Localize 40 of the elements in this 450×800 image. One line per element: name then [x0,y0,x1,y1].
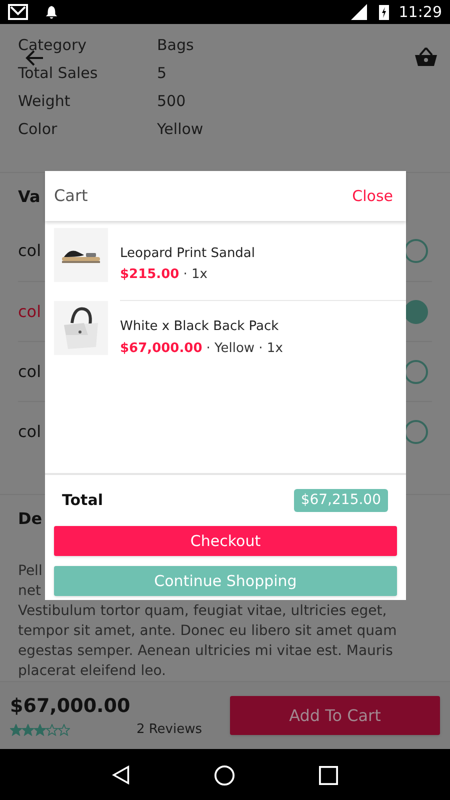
add-to-cart-button[interactable]: Add To Cart [230,696,440,735]
item-name: Leopard Print Sandal [120,244,256,262]
basket-icon [414,47,438,67]
back-icon[interactable] [112,765,130,785]
status-time: 11:29 [398,2,442,23]
section-heading: Va [18,186,40,208]
total-label: Total [62,490,103,512]
home-icon[interactable] [214,764,235,786]
dialog-title: Cart [54,185,88,207]
detail-label: Total Sales [18,62,99,84]
description-line: egestas semper. Aenean ultricies mi vitae est. Mauris [18,642,393,661]
detail-value: 5 [157,62,167,84]
bell-icon [44,4,59,20]
detail-value: Yellow [157,118,204,140]
battery-icon [378,4,389,20]
detail-label: Color [18,118,58,140]
recents-icon[interactable] [319,766,338,784]
checkout-button[interactable]: Checkout [54,526,397,556]
description-line: tempor sit amet, ante. Donec eu libero sit amet quam [18,622,397,641]
item-name: White x Black Back Pack [120,318,280,336]
item-details: · 1x [183,266,208,284]
signal-icon [350,4,367,20]
item-details: · Yellow · 1x [206,340,283,358]
reviews-count: 2 Reviews [136,721,202,739]
total-amount: $67,215.00 [294,489,388,512]
product-price: $67,000.00 [10,694,132,718]
detail-value: 500 [157,90,186,112]
item-price: $67,000.00 [120,340,202,358]
continue-shopping-button[interactable]: Continue Shopping [54,566,397,596]
detail-label: Weight [18,90,72,112]
detail-value: Bags [157,34,194,56]
description-line: net [18,582,41,601]
description-line: Vestibulum tortor quam, feugiat vitae, ultricies eget, [18,602,387,621]
item-price: $215.00 [120,266,180,284]
mail-icon [8,4,28,20]
detail-label: Category [18,34,88,56]
description-line: placerat eleifend leo. [18,662,166,681]
description-line: Pell [18,562,42,581]
section-heading: De [18,508,42,530]
close-button[interactable]: Close [352,184,393,208]
